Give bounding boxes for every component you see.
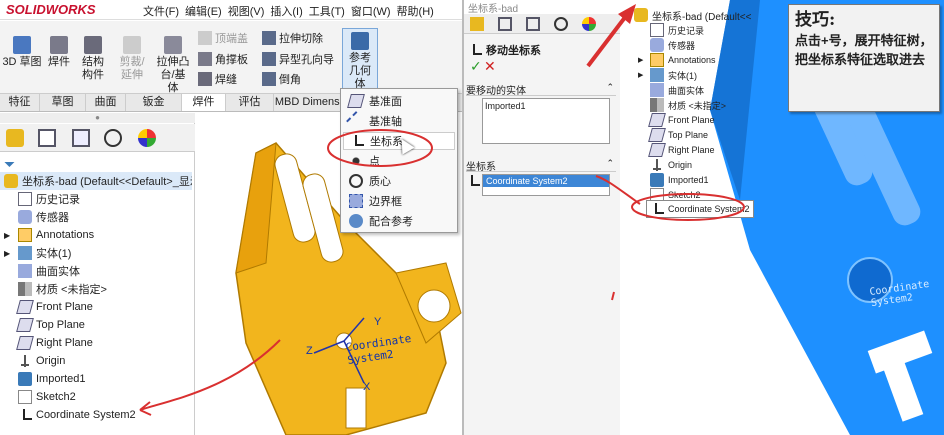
red-annotation-mark xyxy=(611,291,615,301)
red-annotation-marks-right xyxy=(631,193,745,221)
left-app: SOLIDWORKS 文件(F) 编辑(E) 视图(V) 插入(I) 工具(T)… xyxy=(0,0,462,435)
middle-panel: 坐标系-bad 移动坐标系 ✓ ✕ 要移动的实体 ⌃ Imported1 坐标系… xyxy=(464,0,620,435)
right-app: Coordinate System2 ▼ 坐标系-bad (Default<< … xyxy=(620,0,944,435)
red-annotation-marks xyxy=(139,129,433,416)
